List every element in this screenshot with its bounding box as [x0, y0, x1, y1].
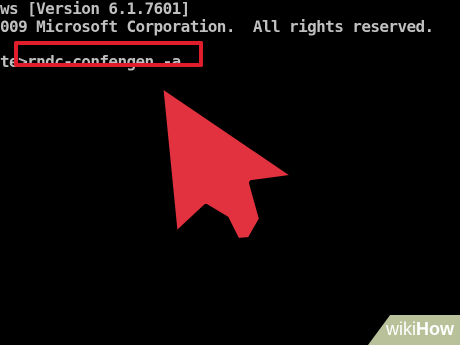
watermark-prefix: wiki [386, 319, 416, 339]
watermark-brand: How [416, 319, 454, 339]
arrow-shape [157, 81, 300, 244]
watermark-logo: wikiHow [386, 319, 454, 340]
command-prompt-window: ws [Version 6.1.7601] 009 Microsoft Corp… [0, 0, 460, 345]
pointer-arrow-icon [157, 81, 300, 244]
